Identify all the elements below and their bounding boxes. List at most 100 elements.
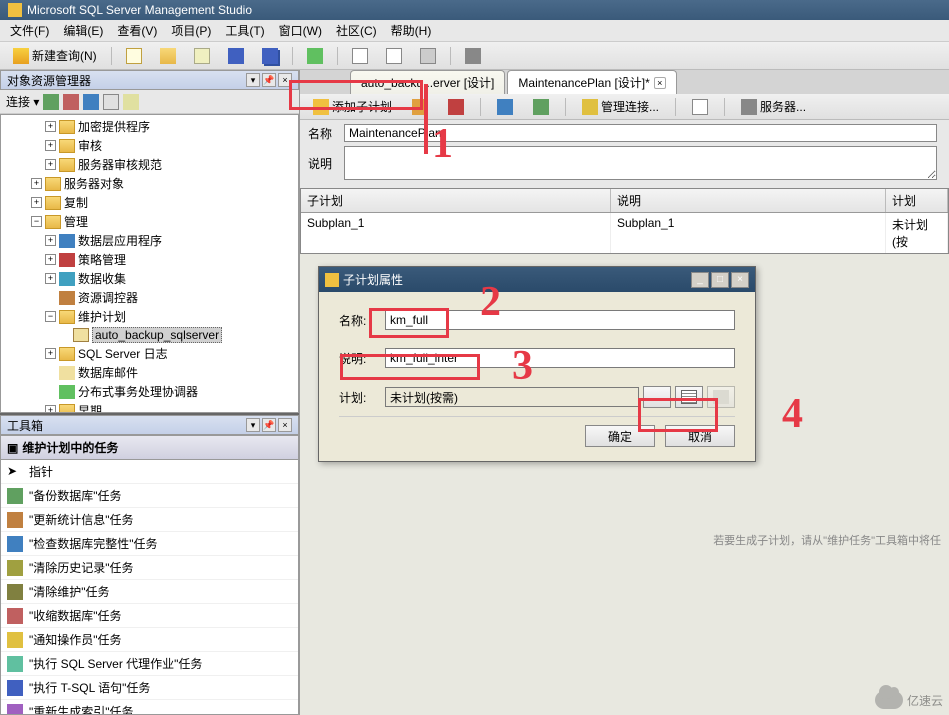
- tb-table-icon[interactable]: [345, 46, 375, 66]
- tree-data-tier[interactable]: 数据层应用程序: [78, 232, 162, 249]
- collapse-icon[interactable]: −: [31, 216, 42, 227]
- tb-list-icon[interactable]: [379, 46, 409, 66]
- maximize-icon[interactable]: □: [711, 272, 729, 288]
- servers-button[interactable]: 服务器...: [734, 97, 813, 117]
- expand-icon[interactable]: +: [45, 254, 56, 265]
- collapse-icon[interactable]: −: [45, 311, 56, 322]
- tree-maintenance-plans[interactable]: 维护计划: [78, 308, 126, 325]
- tab-maintenance-plan[interactable]: MaintenancePlan [设计]*×: [507, 70, 676, 94]
- edit-subplan-icon[interactable]: [405, 97, 435, 117]
- toolbox-cleanup-maint[interactable]: "清除维护"任务: [1, 580, 298, 604]
- tree-sql-logs[interactable]: SQL Server 日志: [78, 345, 168, 362]
- tb-activity-icon[interactable]: [300, 46, 330, 66]
- minimize-icon[interactable]: _: [691, 272, 709, 288]
- tree-resource-governor[interactable]: 资源调控器: [78, 289, 138, 306]
- menu-help[interactable]: 帮助(H): [385, 20, 438, 41]
- tree-server-audit[interactable]: 服务器审核规范: [78, 156, 162, 173]
- menu-community[interactable]: 社区(C): [330, 20, 383, 41]
- connect-engine-icon[interactable]: [43, 94, 59, 110]
- expand-icon[interactable]: +: [45, 348, 56, 359]
- toolbox-exec-agent-job[interactable]: "执行 SQL Server 代理作业"任务: [1, 652, 298, 676]
- stop-icon[interactable]: [83, 94, 99, 110]
- expand-icon[interactable]: +: [45, 159, 56, 170]
- tree-data-collection[interactable]: 数据收集: [78, 270, 126, 287]
- panel-pin-icon[interactable]: 📌: [262, 73, 276, 87]
- open-file-icon[interactable]: [187, 46, 217, 66]
- expand-icon[interactable]: +: [31, 178, 42, 189]
- toolbox-update-stats[interactable]: "更新统计信息"任务: [1, 508, 298, 532]
- cancel-button[interactable]: 取消: [665, 425, 735, 447]
- dlg-sched-edit-button[interactable]: [643, 386, 671, 408]
- expand-icon[interactable]: +: [45, 405, 56, 413]
- expand-icon[interactable]: +: [45, 140, 56, 151]
- tree-dtc[interactable]: 分布式事务处理协调器: [78, 383, 198, 400]
- toolbox-shrink-db[interactable]: "收缩数据库"任务: [1, 604, 298, 628]
- toolbox-category[interactable]: ▣维护计划中的任务: [1, 436, 298, 460]
- dlg-sched-remove-button[interactable]: [707, 386, 735, 408]
- subplan-grid[interactable]: 子计划 说明 计划 Subplan_1 Subplan_1 未计划(按: [300, 188, 949, 254]
- menu-edit[interactable]: 编辑(E): [57, 20, 109, 41]
- expand-icon[interactable]: +: [45, 235, 56, 246]
- menu-view[interactable]: 查看(V): [111, 20, 163, 41]
- ok-button[interactable]: 确定: [585, 425, 655, 447]
- toolbox-pointer[interactable]: ➤指针: [1, 460, 298, 484]
- menu-window[interactable]: 窗口(W): [273, 20, 328, 41]
- panel-dropdown-icon[interactable]: ▾: [246, 418, 260, 432]
- toolbox-rebuild-index[interactable]: "重新生成索引"任务: [1, 700, 298, 715]
- schedule-icon[interactable]: [490, 97, 520, 117]
- expand-icon[interactable]: +: [45, 121, 56, 132]
- tree-server-objects[interactable]: 服务器对象: [64, 175, 124, 192]
- delete-subplan-icon[interactable]: [441, 97, 471, 117]
- dialog-titlebar[interactable]: 子计划属性 _ □ ×: [319, 267, 755, 292]
- tree-audit[interactable]: 审核: [78, 137, 102, 154]
- panel-pin-icon[interactable]: 📌: [262, 418, 276, 432]
- toolbox-notify-operator[interactable]: "通知操作员"任务: [1, 628, 298, 652]
- col-subplan[interactable]: 子计划: [301, 189, 611, 212]
- tab-auto-backup[interactable]: auto_backu...erver [设计]: [350, 70, 505, 94]
- dlg-sched-calendar-button[interactable]: [675, 386, 703, 408]
- expand-icon[interactable]: +: [45, 273, 56, 284]
- disconnect-icon[interactable]: [63, 94, 79, 110]
- close-icon[interactable]: ×: [731, 272, 749, 288]
- menu-project[interactable]: 项目(P): [165, 20, 217, 41]
- panel-close-icon[interactable]: ×: [278, 418, 292, 432]
- panel-close-icon[interactable]: ×: [278, 73, 292, 87]
- plan-desc-input[interactable]: [344, 146, 937, 180]
- dlg-name-input[interactable]: [385, 310, 735, 330]
- tb-misc-icon[interactable]: [458, 46, 488, 66]
- dlg-desc-input[interactable]: [385, 348, 735, 368]
- toolbox-backup-db[interactable]: "备份数据库"任务: [1, 484, 298, 508]
- panel-dropdown-icon[interactable]: ▾: [246, 73, 260, 87]
- tb-save-all-icon[interactable]: [255, 46, 285, 66]
- object-explorer-tree[interactable]: + 加密提供程序 + 审核 + 服务器审核规范 + 服务器对象 + 复制 − 管理 + 数据层…: [0, 114, 299, 413]
- menu-tools[interactable]: 工具(T): [219, 20, 270, 41]
- tree-encryption[interactable]: 加密提供程序: [78, 118, 150, 135]
- filter-icon[interactable]: [123, 94, 139, 110]
- plan-name-input[interactable]: [344, 124, 937, 142]
- tree-management[interactable]: 管理: [64, 213, 88, 230]
- tb-save-icon[interactable]: [221, 46, 251, 66]
- tree-auto-backup[interactable]: auto_backup_sqlserver: [92, 327, 222, 343]
- tb-print-icon[interactable]: [413, 46, 443, 66]
- report-icon[interactable]: [526, 97, 556, 117]
- manage-connections-button[interactable]: 管理连接...: [575, 97, 666, 117]
- tree-early[interactable]: 早期: [78, 402, 102, 413]
- connect-button[interactable]: 连接 ▾: [6, 93, 39, 110]
- toolbox-exec-tsql[interactable]: "执行 T-SQL 语句"任务: [1, 676, 298, 700]
- log-icon[interactable]: [685, 97, 715, 117]
- tree-policy[interactable]: 策略管理: [78, 251, 126, 268]
- refresh-icon[interactable]: [103, 94, 119, 110]
- open-folder-icon[interactable]: [153, 46, 183, 66]
- collapse-icon[interactable]: ▣: [7, 441, 18, 455]
- toolbox-check-integrity[interactable]: "检查数据库完整性"任务: [1, 532, 298, 556]
- new-query-button[interactable]: 新建查询(N): [6, 46, 104, 66]
- toolbox-cleanup-history[interactable]: "清除历史记录"任务: [1, 556, 298, 580]
- add-subplan-button[interactable]: 添加子计划: [306, 97, 399, 117]
- menu-file[interactable]: 文件(F): [4, 20, 55, 41]
- tb-new-icon[interactable]: [119, 46, 149, 66]
- col-desc[interactable]: 说明: [611, 189, 886, 212]
- close-icon[interactable]: ×: [654, 77, 666, 89]
- tree-replication[interactable]: 复制: [64, 194, 88, 211]
- col-sched[interactable]: 计划: [886, 189, 948, 212]
- tree-db-mail[interactable]: 数据库邮件: [78, 364, 138, 381]
